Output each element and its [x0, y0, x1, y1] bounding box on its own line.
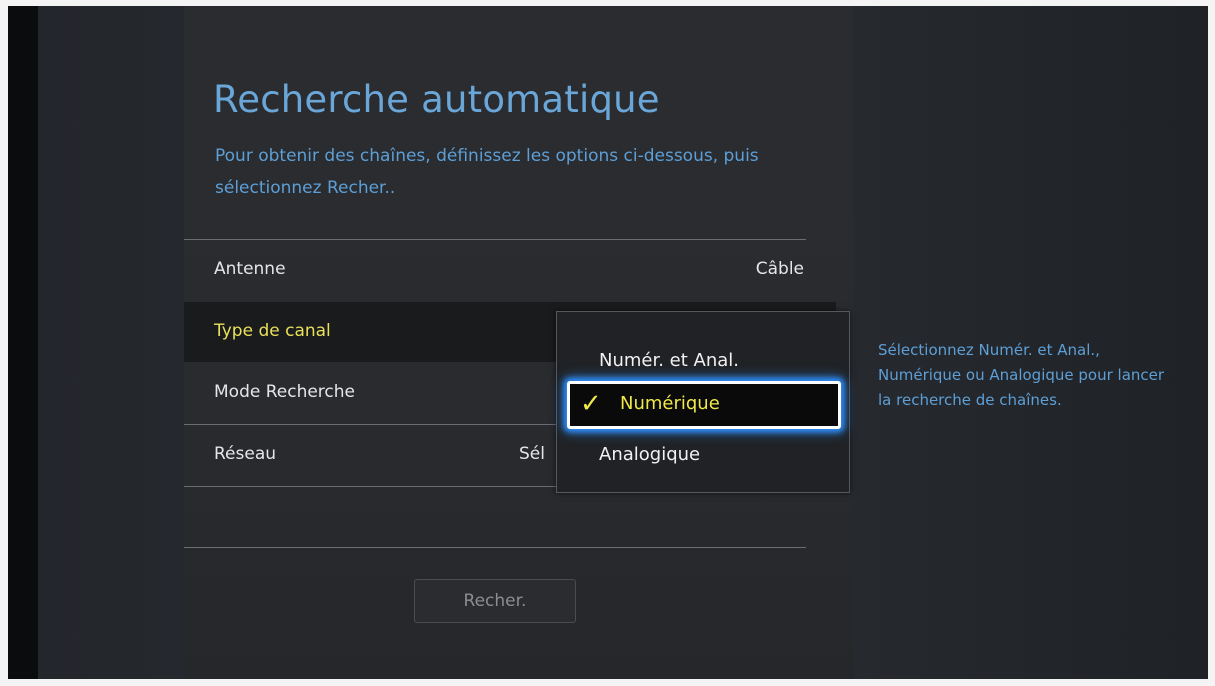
setting-label: Type de canal	[214, 321, 331, 341]
setting-label: Mode Recherche	[214, 382, 356, 402]
search-button[interactable]: Recher.	[414, 579, 576, 623]
channel-type-dropdown[interactable]: Numér. et Anal. ✓ Numérique Analogique	[556, 311, 850, 493]
setting-value: Câble	[755, 259, 804, 279]
tv-screen: Recherche automatique Pour obtenir des c…	[38, 6, 1208, 679]
option-label: Numérique	[620, 393, 720, 414]
page-subtitle: Pour obtenir des chaînes, définissez les…	[215, 146, 759, 198]
setting-label: Réseau	[214, 444, 277, 464]
setting-label: Antenne	[214, 259, 286, 279]
help-text: Sélectionnez Numér. et Anal., Numérique …	[878, 341, 1165, 409]
option-label: Numér. et Anal.	[599, 350, 740, 371]
page-title: Recherche automatique	[213, 78, 660, 121]
dropdown-option-analogique[interactable]: Analogique	[557, 435, 849, 475]
dropdown-option-numerique[interactable]: ✓ Numérique	[567, 381, 841, 429]
dropdown-option-numer-et-anal[interactable]: Numér. et Anal.	[557, 341, 849, 381]
setting-value: Sél	[519, 444, 545, 464]
checkmark-icon: ✓	[580, 389, 602, 419]
tv-frame: Recherche automatique Pour obtenir des c…	[8, 6, 1208, 679]
option-label: Analogique	[599, 444, 701, 465]
divider	[184, 547, 806, 548]
setting-row-antenne[interactable]: Antenne Câble	[184, 240, 806, 300]
